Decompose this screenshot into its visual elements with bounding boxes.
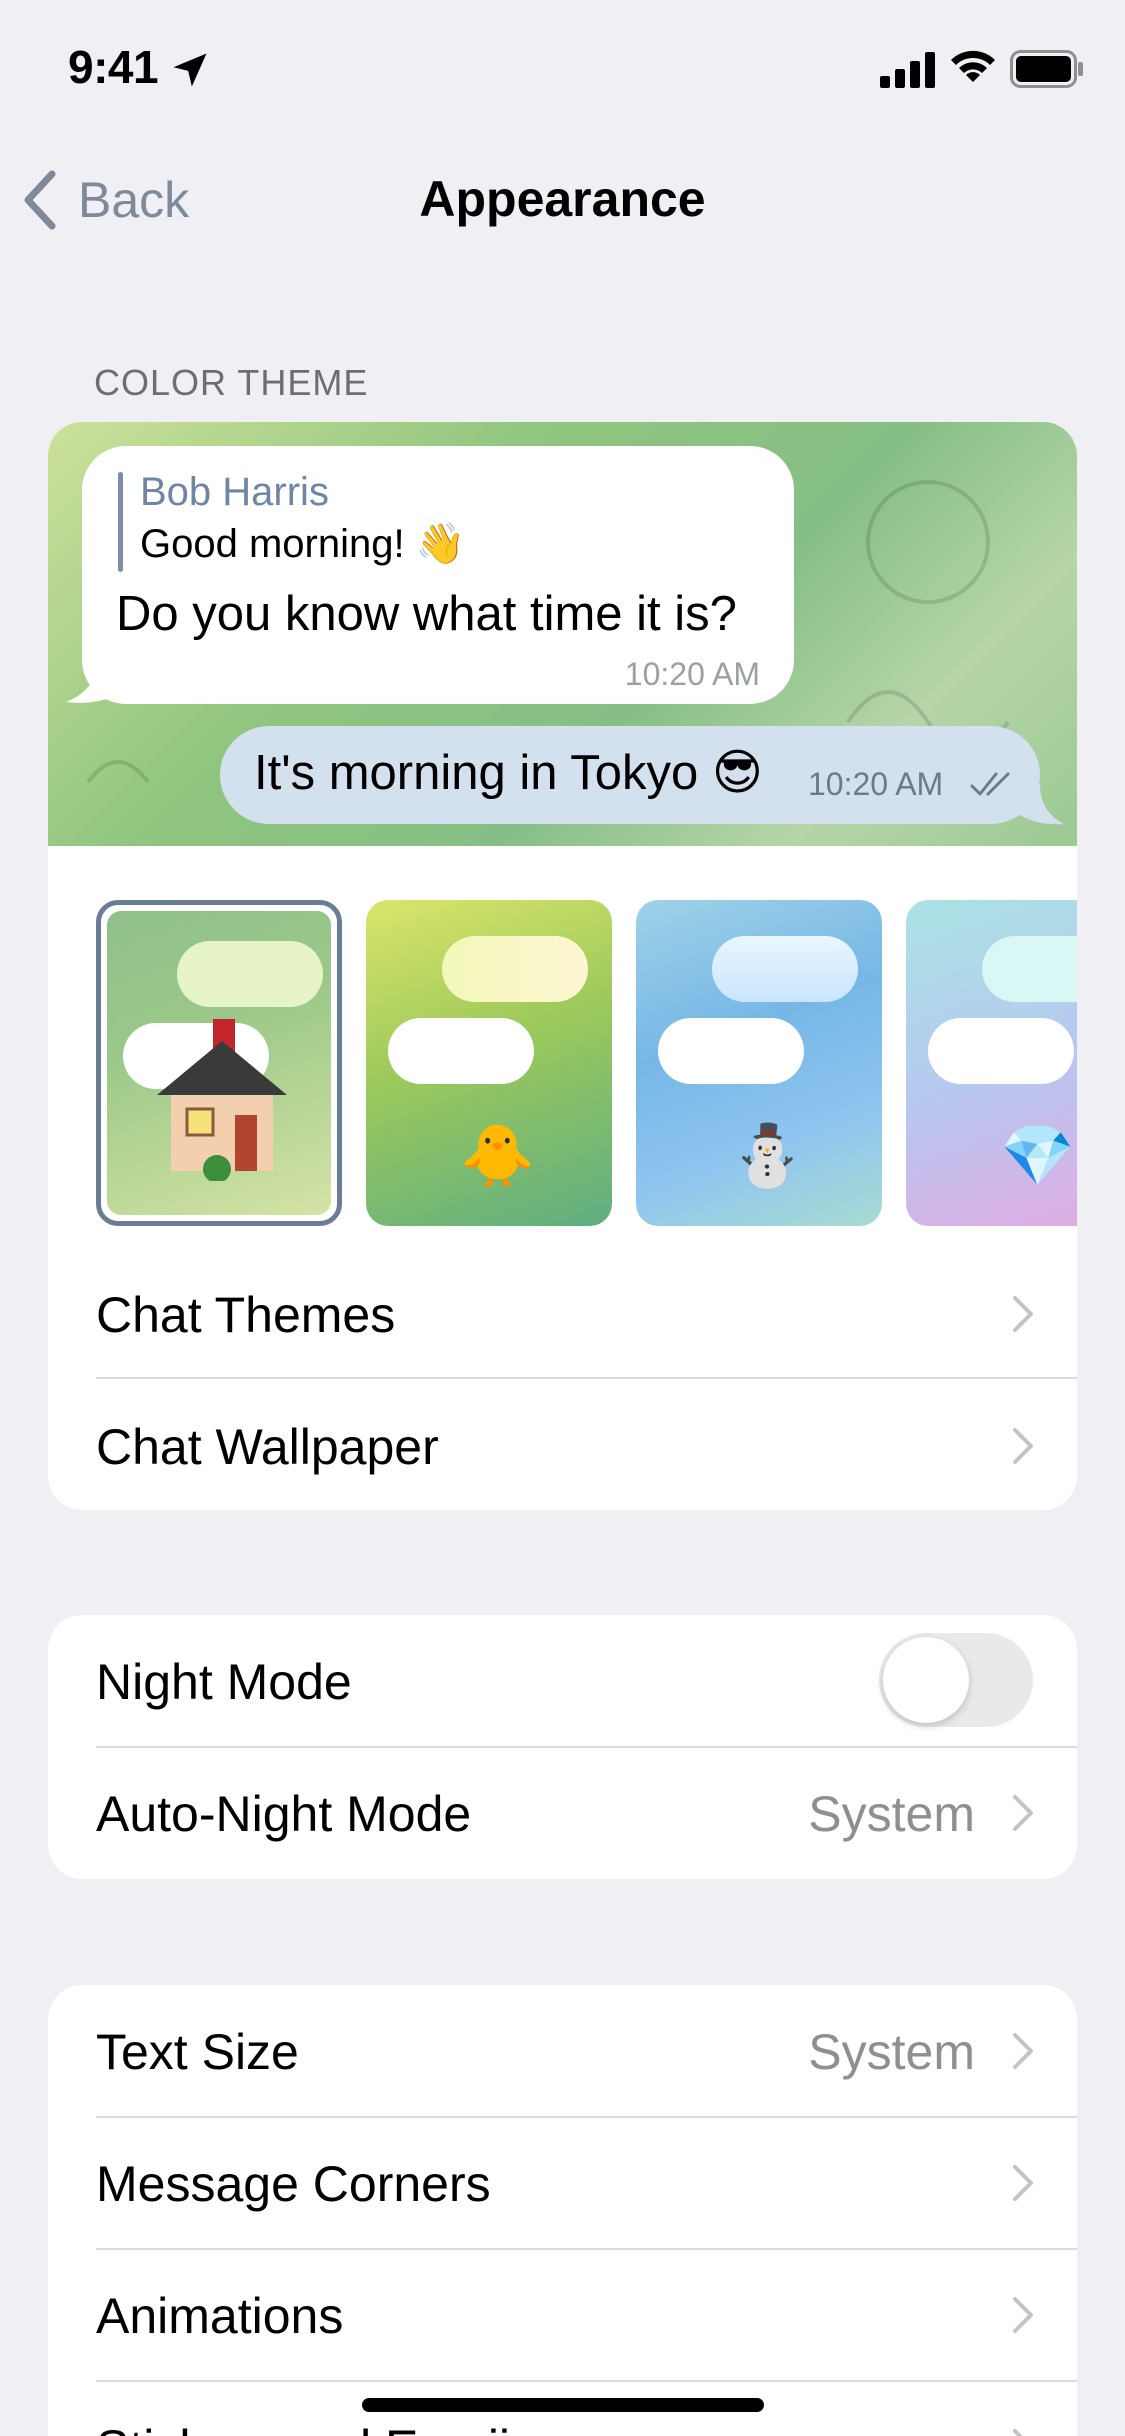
thumbnail-outgoing-bubble <box>712 936 858 1002</box>
navigation-bar: Back Appearance <box>0 140 1125 260</box>
row-value: System <box>808 2024 975 2080</box>
row-label: Message Corners <box>96 2156 491 2212</box>
animations-row[interactable]: Animations <box>48 2249 1077 2381</box>
theme-thumbnail-background: 🐥 <box>366 900 612 1226</box>
text-settings-card: Text Size System Message Corners Animati… <box>48 1985 1077 2436</box>
color-theme-card: Bob Harris Good morning! 👋 Do you know w… <box>48 422 1077 1510</box>
reply-sender-name: Bob Harris <box>140 470 329 514</box>
theme-thumbnail-snowman[interactable]: ⛄ <box>636 900 882 1226</box>
theme-emoji: ⛄ <box>730 1122 805 1189</box>
row-label: Text Size <box>96 2024 299 2080</box>
status-bar: 9:41 <box>0 0 1125 140</box>
chevron-right-icon <box>1013 2165 1033 2201</box>
theme-thumbnail-background <box>107 911 331 1215</box>
theme-emoji: 🐥 <box>460 1122 535 1189</box>
reply-quote-bar <box>118 472 123 572</box>
theme-thumbnail-background: 💎 <box>906 900 1077 1226</box>
incoming-message-text: Do you know what time it is? <box>116 587 737 641</box>
chevron-right-icon <box>1013 1428 1033 1464</box>
location-arrow-icon <box>173 53 207 87</box>
chevron-right-icon <box>1013 1296 1033 1332</box>
message-corners-row[interactable]: Message Corners <box>48 2117 1077 2249</box>
row-label: Night Mode <box>96 1654 352 1710</box>
chevron-right-icon <box>1013 2297 1033 2333</box>
night-mode-card: Night Mode Auto-Night Mode System <box>48 1615 1077 1879</box>
row-value: System <box>808 1786 975 1842</box>
row-label: Stickers and Emoji <box>96 2419 510 2436</box>
section-header-color-theme: COLOR THEME <box>94 362 369 403</box>
cellular-signal-icon <box>880 52 935 88</box>
chevron-right-icon <box>1013 1795 1033 1831</box>
row-label: Animations <box>96 2288 344 2344</box>
night-mode-toggle[interactable] <box>879 1633 1033 1727</box>
reply-quote-text: Good morning! 👋 <box>140 522 466 566</box>
row-label: Chat Themes <box>96 1287 396 1343</box>
thumbnail-outgoing-bubble <box>442 936 588 1002</box>
theme-thumbnail-diamond[interactable]: 💎 <box>906 900 1077 1226</box>
battery-icon <box>1010 50 1083 88</box>
chat-preview: Bob Harris Good morning! 👋 Do you know w… <box>48 422 1077 846</box>
theme-thumbnail-background: ⛄ <box>636 900 882 1226</box>
home-indicator <box>362 2398 764 2412</box>
page-title: Appearance <box>419 171 706 227</box>
row-label: Auto-Night Mode <box>96 1786 472 1842</box>
thumbnail-outgoing-bubble <box>177 941 323 1007</box>
outgoing-message-text: It's morning in Tokyo 😎 <box>254 746 763 800</box>
thumbnail-incoming-bubble <box>928 1018 1074 1084</box>
status-time: 9:41 <box>68 41 159 93</box>
wifi-icon <box>951 50 995 82</box>
night-mode-row: Night Mode <box>48 1615 1077 1747</box>
theme-thumbnail-house[interactable] <box>96 900 342 1226</box>
incoming-message-bubble: Bob Harris Good morning! 👋 Do you know w… <box>82 446 794 704</box>
theme-thumbnails: 🐥 ⛄ 💎 <box>96 900 1077 1226</box>
divider <box>96 1377 1077 1379</box>
chat-themes-row[interactable]: Chat Themes <box>48 1248 1077 1380</box>
thumbnail-incoming-bubble <box>658 1018 804 1084</box>
house-icon <box>157 1019 287 1181</box>
thumbnail-outgoing-bubble <box>982 936 1077 1002</box>
chevron-right-icon <box>1013 2033 1033 2069</box>
outgoing-message-bubble: It's morning in Tokyo 😎 10:20 AM <box>220 726 1040 824</box>
toggle-knob <box>883 1637 969 1723</box>
double-check-icon <box>970 772 1010 796</box>
incoming-message-time: 10:20 AM <box>624 656 760 692</box>
outgoing-message-time: 10:20 AM <box>808 766 944 802</box>
theme-emoji: 💎 <box>1000 1122 1075 1189</box>
thumbnail-incoming-bubble <box>388 1018 534 1084</box>
auto-night-mode-row[interactable]: Auto-Night Mode System <box>48 1747 1077 1879</box>
row-label: Chat Wallpaper <box>96 1419 439 1475</box>
theme-thumbnail-chick[interactable]: 🐥 <box>366 900 612 1226</box>
text-size-row[interactable]: Text Size System <box>48 1985 1077 2117</box>
chat-wallpaper-row[interactable]: Chat Wallpaper <box>48 1380 1077 1510</box>
chevron-right-icon <box>1013 2429 1023 2436</box>
